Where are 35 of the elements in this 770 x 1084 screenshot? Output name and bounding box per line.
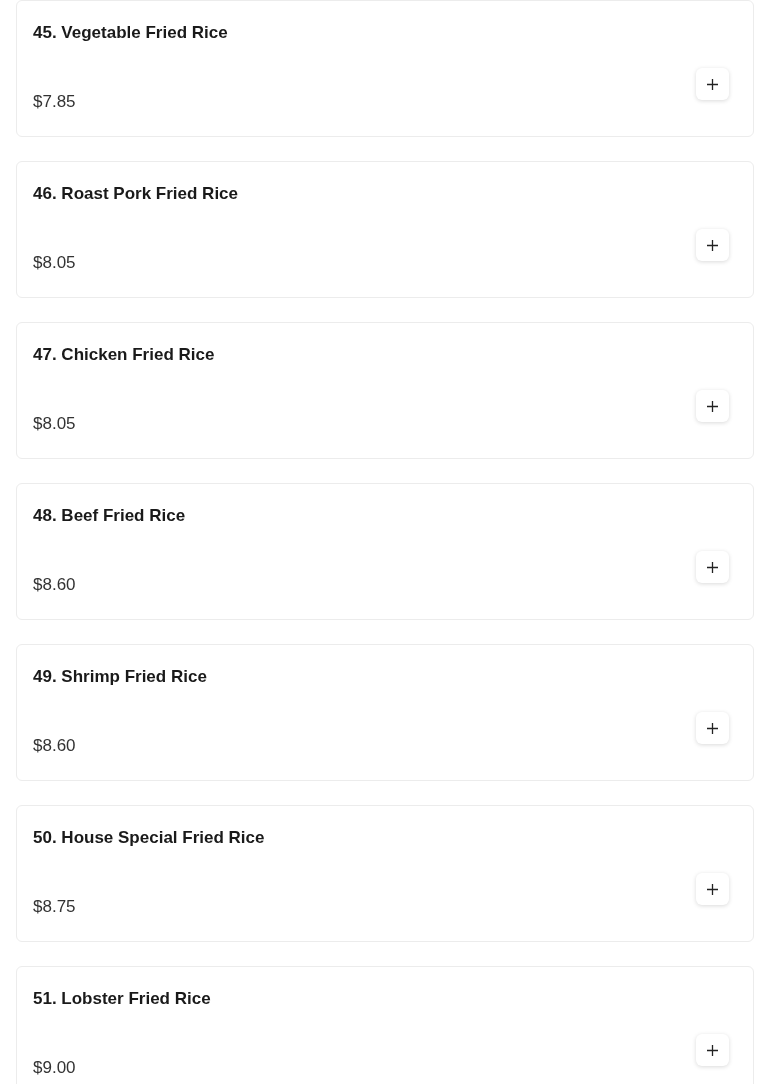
add-button[interactable] [696,229,729,261]
item-price: $8.60 [33,574,76,596]
item-name: 50. House Special Fried Rice [33,827,266,849]
add-button[interactable] [696,68,729,100]
add-button[interactable] [696,390,729,422]
menu-item-card[interactable]: 49. Shrimp Fried Rice $8.60 [16,644,754,781]
plus-icon [707,78,718,90]
menu-item-card[interactable]: 45. Vegetable Fried Rice $7.85 [16,0,754,137]
menu-item-card[interactable]: 48. Beef Fried Rice $8.60 [16,483,754,620]
item-price: $7.85 [33,91,76,113]
menu-item-card[interactable]: 50. House Special Fried Rice $8.75 [16,805,754,942]
item-price: $8.05 [33,413,76,435]
item-price: $9.00 [33,1057,76,1079]
item-name: 46. Roast Pork Fried Rice [33,183,240,205]
plus-icon [707,400,718,412]
plus-icon [707,883,718,895]
plus-icon [707,1044,718,1056]
item-price: $8.60 [33,735,76,757]
add-button[interactable] [696,1034,729,1066]
item-name: 48. Beef Fried Rice [33,505,187,527]
add-button[interactable] [696,712,729,744]
item-name: 47. Chicken Fried Rice [33,344,216,366]
item-name: 49. Shrimp Fried Rice [33,666,208,688]
add-button[interactable] [696,551,729,583]
item-name: 51. Lobster Fried Rice [33,988,212,1010]
menu-item-card[interactable]: 47. Chicken Fried Rice $8.05 [16,322,754,459]
menu-item-card[interactable]: 46. Roast Pork Fried Rice $8.05 [16,161,754,298]
item-name: 45. Vegetable Fried Rice [33,22,229,44]
menu-item-card[interactable]: 51. Lobster Fried Rice $9.00 [16,966,754,1084]
add-button[interactable] [696,873,729,905]
item-price: $8.05 [33,252,76,274]
item-price: $8.75 [33,896,76,918]
plus-icon [707,561,718,573]
plus-icon [707,239,718,251]
plus-icon [707,722,718,734]
